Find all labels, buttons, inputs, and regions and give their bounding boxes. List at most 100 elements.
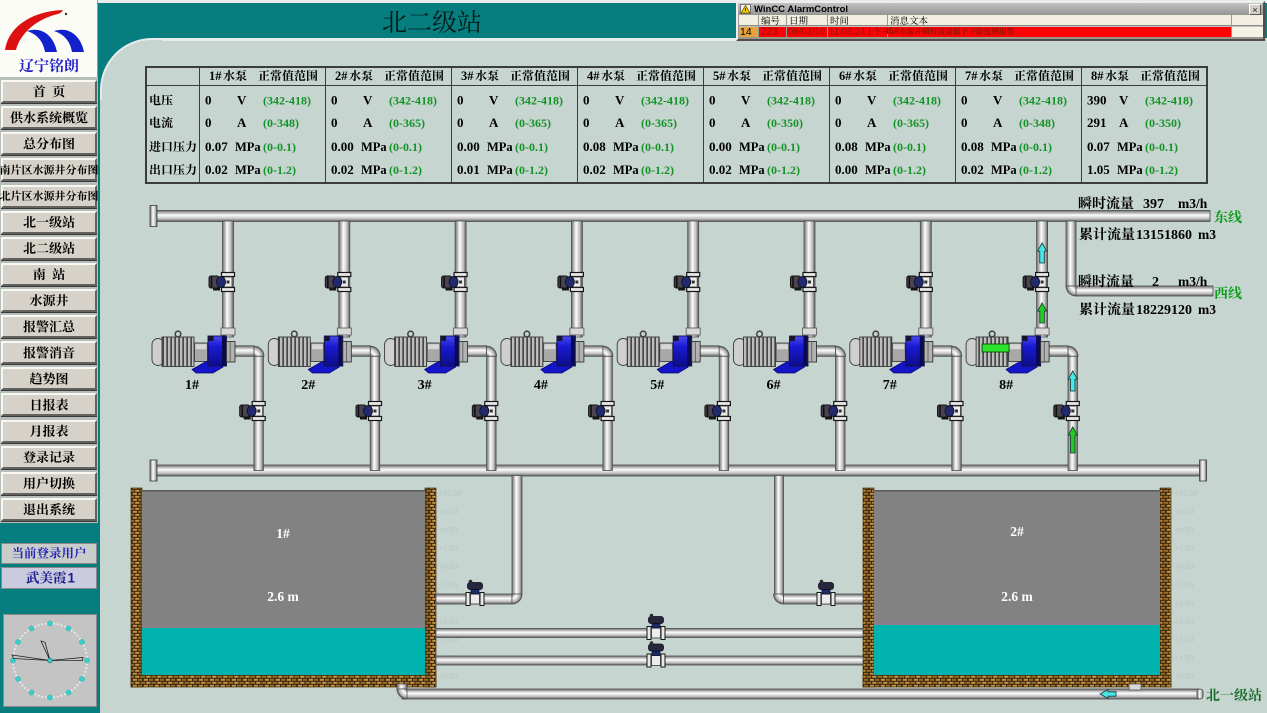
svg-text:13151860: 13151860 xyxy=(1136,228,1192,243)
svg-text:8#: 8# xyxy=(999,378,1013,393)
svg-text:0.02: 0.02 xyxy=(709,162,732,177)
svg-text:V: V xyxy=(237,93,247,108)
svg-text:291: 291 xyxy=(1087,115,1107,130)
svg-text:(0-0.1): (0-0.1) xyxy=(515,140,548,154)
svg-text:+2.00: +2.00 xyxy=(1174,634,1194,644)
svg-text:7#: 7# xyxy=(883,378,897,393)
svg-text:0: 0 xyxy=(709,93,716,108)
svg-text:(0-1.2): (0-1.2) xyxy=(515,163,548,177)
svg-text:MPa: MPa xyxy=(991,140,1017,154)
svg-text:(342-418): (342-418) xyxy=(1019,94,1067,108)
svg-text:m3/h: m3/h xyxy=(1178,196,1208,211)
svg-text:A: A xyxy=(363,115,373,130)
svg-text:V: V xyxy=(741,93,751,108)
svg-text:0: 0 xyxy=(583,115,590,130)
svg-text:7#: 7# xyxy=(965,69,978,83)
svg-text:V: V xyxy=(1119,93,1129,108)
svg-text:0.00: 0.00 xyxy=(331,139,354,154)
svg-text:MPa: MPa xyxy=(361,163,387,177)
svg-text:(0-348): (0-348) xyxy=(1019,116,1055,130)
svg-text:(342-418): (342-418) xyxy=(1145,94,1193,108)
svg-text:MPa: MPa xyxy=(739,163,765,177)
svg-text:m3: m3 xyxy=(1198,302,1216,317)
svg-text:0.08: 0.08 xyxy=(583,139,606,154)
svg-text:2#: 2# xyxy=(1010,524,1024,539)
svg-text:(0-365): (0-365) xyxy=(389,116,425,130)
svg-text:(342-418): (342-418) xyxy=(767,94,815,108)
svg-text:+9.00: +9.00 xyxy=(438,506,458,516)
svg-text:0.02: 0.02 xyxy=(961,162,984,177)
svg-text:MPa: MPa xyxy=(991,163,1017,177)
svg-text:0.00: 0.00 xyxy=(457,139,480,154)
svg-text:0: 0 xyxy=(835,93,842,108)
svg-text:MPa: MPa xyxy=(235,163,261,177)
svg-text:MPa: MPa xyxy=(487,140,513,154)
svg-text:0: 0 xyxy=(205,115,212,130)
svg-text:V: V xyxy=(363,93,373,108)
svg-text:5#: 5# xyxy=(713,69,726,83)
svg-text:(0-1.2): (0-1.2) xyxy=(263,163,296,177)
svg-text:MPa: MPa xyxy=(613,163,639,177)
svg-text:(0-0.1): (0-0.1) xyxy=(1019,140,1052,154)
svg-text:(0-350): (0-350) xyxy=(767,116,803,130)
svg-text:m3: m3 xyxy=(1198,227,1216,242)
svg-text:2#: 2# xyxy=(335,69,348,83)
svg-text:2.6 m: 2.6 m xyxy=(1001,589,1033,604)
svg-text:A: A xyxy=(1119,115,1129,130)
svg-text:(0-0.1): (0-0.1) xyxy=(893,140,926,154)
svg-text:08/02/10: 08/02/10 xyxy=(788,27,825,38)
svg-text:0: 0 xyxy=(583,93,590,108)
svg-text:8#: 8# xyxy=(1091,69,1104,83)
svg-text:0.08: 0.08 xyxy=(835,139,858,154)
svg-text:0.07: 0.07 xyxy=(205,139,228,154)
svg-text:2.6 m: 2.6 m xyxy=(267,589,299,604)
svg-text:(0-1.2): (0-1.2) xyxy=(389,163,422,177)
svg-text:1#: 1# xyxy=(185,378,199,393)
svg-text:1#: 1# xyxy=(276,526,290,541)
svg-text:(342-418): (342-418) xyxy=(515,94,563,108)
svg-text:5#: 5# xyxy=(650,378,664,393)
svg-text:0.08: 0.08 xyxy=(961,139,984,154)
svg-text:+6.00: +6.00 xyxy=(438,561,458,571)
svg-text:A: A xyxy=(993,115,1003,130)
svg-text:A: A xyxy=(867,115,877,130)
svg-text:+5.00: +5.00 xyxy=(1174,580,1194,590)
svg-text:(0-365): (0-365) xyxy=(515,116,551,130)
svg-text:11:03:24: 11:03:24 xyxy=(829,27,865,38)
svg-text:MPa: MPa xyxy=(1117,163,1143,177)
svg-text:(0-350): (0-350) xyxy=(1145,116,1181,130)
svg-text:+5.00: +5.00 xyxy=(438,580,458,590)
svg-text:(0-365): (0-365) xyxy=(893,116,929,130)
svg-text:(0-1.2): (0-1.2) xyxy=(767,163,800,177)
svg-text:1.05: 1.05 xyxy=(1087,162,1110,177)
svg-text:0: 0 xyxy=(457,93,464,108)
svg-text:0: 0 xyxy=(331,115,338,130)
svg-text:(342-418): (342-418) xyxy=(893,94,941,108)
svg-text:m3/h: m3/h xyxy=(1178,274,1208,289)
svg-text:A: A xyxy=(741,115,751,130)
svg-text:(0-0.1): (0-0.1) xyxy=(389,140,422,154)
svg-text:MPa: MPa xyxy=(613,140,639,154)
svg-text:3#: 3# xyxy=(418,378,432,393)
svg-text:0.02: 0.02 xyxy=(205,162,228,177)
svg-text:MPa: MPa xyxy=(487,163,513,177)
svg-text:MPa: MPa xyxy=(865,140,891,154)
svg-text:(0-0.1): (0-0.1) xyxy=(641,140,674,154)
svg-text:0.02: 0.02 xyxy=(331,162,354,177)
svg-text:1: 1 xyxy=(68,571,76,586)
svg-text:(0-348): (0-348) xyxy=(263,116,299,130)
svg-text:+0.00: +0.00 xyxy=(1174,671,1194,681)
svg-text:6#: 6# xyxy=(839,69,852,83)
svg-text:223: 223 xyxy=(761,27,778,38)
svg-text:+1.00: +1.00 xyxy=(1174,653,1194,663)
svg-text:45#: 45# xyxy=(884,26,899,36)
svg-text:4#: 4# xyxy=(587,69,600,83)
svg-text:4#: 4# xyxy=(534,378,548,393)
svg-text:MPa: MPa xyxy=(865,163,891,177)
svg-text:0: 0 xyxy=(205,93,212,108)
svg-text:2: 2 xyxy=(1152,275,1159,290)
svg-text:V: V xyxy=(615,93,625,108)
svg-text:(0-0.1): (0-0.1) xyxy=(767,140,800,154)
svg-text:(342-418): (342-418) xyxy=(263,94,311,108)
svg-text:0: 0 xyxy=(457,115,464,130)
